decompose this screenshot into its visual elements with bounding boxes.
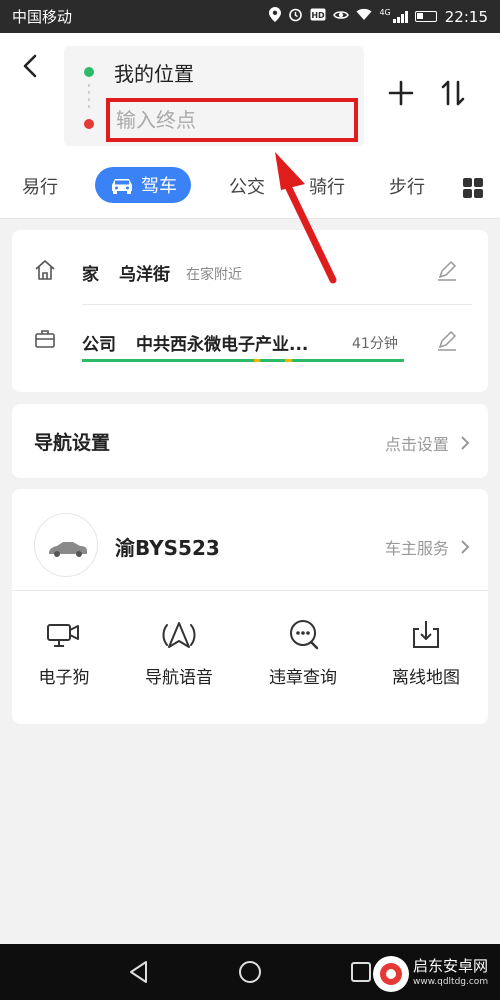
download-map-icon — [413, 621, 439, 648]
location-icon — [269, 7, 282, 26]
nav-settings-card[interactable]: 导航设置 点击设置 — [12, 404, 488, 478]
tool-violation[interactable]: 违章查询 — [248, 615, 358, 688]
divider — [82, 304, 472, 305]
tool-label: 离线地图 — [392, 668, 460, 688]
briefcase-icon — [35, 330, 55, 348]
nav-settings-action[interactable]: 点击设置 — [385, 431, 470, 455]
add-waypoint-button[interactable] — [386, 78, 416, 108]
svg-text:HD: HD — [312, 11, 326, 20]
recent-apps-icon[interactable] — [348, 959, 374, 985]
work-address: 中共西永微电子产业... — [136, 335, 309, 355]
watermark-name: 启东安卓网 — [413, 957, 489, 975]
chevron-right-icon — [461, 436, 470, 450]
wifi-icon — [356, 8, 372, 25]
nav-settings-action-label: 点击设置 — [384, 435, 449, 454]
watermark-url: www.qdltdg.com — [413, 977, 489, 987]
voice-broadcast-icon — [162, 622, 196, 648]
swap-icon — [441, 80, 465, 106]
car-card: 渝BYS523 车主服务 电子狗 导航语音 违章查询 离线地图 — [12, 489, 488, 724]
tool-voice[interactable]: 导航语音 — [124, 615, 234, 688]
status-icons: HD 4G — [269, 7, 437, 26]
more-modes-grid-icon[interactable] — [463, 178, 483, 198]
plus-icon — [388, 80, 414, 106]
destination-input[interactable] — [106, 98, 358, 142]
tool-offline-map[interactable]: 离线地图 — [371, 615, 481, 688]
tab-walk[interactable]: 步行 — [389, 173, 425, 199]
route-connector — [88, 84, 90, 112]
tool-label: 导航语音 — [145, 668, 213, 688]
work-label: 公司 — [82, 335, 116, 355]
tab-drive[interactable]: 驾车 — [95, 167, 191, 203]
home-note: 在家附近 — [186, 267, 242, 283]
home-row[interactable]: 家 乌洋街 在家附近 — [12, 236, 488, 306]
divider — [12, 590, 488, 591]
home-address: 乌洋街 — [119, 265, 170, 285]
home-label: 家 — [82, 265, 99, 285]
network-type-label: 4G — [379, 8, 391, 17]
chevron-left-icon — [23, 54, 37, 78]
watermark-logo-icon — [373, 956, 409, 992]
favorite-places-card: 家 乌洋街 在家附近 公司 中共西永微电子产业... 41分钟 — [12, 230, 488, 392]
tab-bike[interactable]: 骑行 — [309, 173, 345, 199]
start-dot-icon — [84, 67, 94, 77]
car-icon — [112, 179, 132, 194]
tab-bus[interactable]: 公交 — [229, 173, 265, 199]
clock: 22:15 — [444, 7, 488, 26]
tool-label: 电子狗 — [38, 668, 90, 688]
route-input-box: 我的位置 — [64, 46, 364, 146]
watermark: 启东安卓网 www.qdltdg.com — [373, 954, 493, 994]
dashcam-icon — [47, 624, 79, 647]
car-avatar[interactable] — [34, 513, 98, 577]
home-circle-icon[interactable] — [237, 959, 263, 985]
tab-drive-label: 驾车 — [141, 176, 177, 197]
traffic-status-bar — [82, 359, 404, 362]
end-dot-icon — [84, 119, 94, 129]
work-eta: 41分钟 — [352, 336, 398, 352]
home-icon — [35, 260, 55, 280]
eye-icon — [333, 9, 350, 25]
nav-settings-title: 导航设置 — [34, 432, 111, 454]
swap-route-button[interactable] — [438, 78, 468, 108]
owner-service-link[interactable]: 车主服务 — [385, 535, 470, 559]
battery-icon — [414, 11, 437, 22]
violation-query-icon — [290, 620, 319, 650]
transport-mode-tabs: 易行 驾车 公交 骑行 步行 — [0, 157, 500, 219]
chevron-right-icon — [461, 540, 470, 554]
tab-yixing[interactable]: 易行 — [22, 173, 58, 199]
status-bar: 中国移动 HD 4G 22:15 — [0, 0, 500, 33]
signal-icon — [392, 10, 408, 23]
tool-dashcam[interactable]: 电子狗 — [9, 615, 119, 688]
license-plate: 渝BYS523 — [115, 536, 220, 560]
back-triangle-icon[interactable] — [126, 959, 152, 985]
edit-home-pencil-icon[interactable] — [436, 260, 458, 282]
back-button[interactable] — [16, 51, 46, 81]
tool-label: 违章查询 — [269, 668, 337, 688]
edit-work-pencil-icon[interactable] — [436, 330, 458, 352]
carrier-label: 中国移动 — [12, 8, 73, 26]
hd-icon: HD — [310, 8, 326, 25]
work-row[interactable]: 公司 中共西永微电子产业... 41分钟 — [12, 306, 488, 376]
start-location[interactable]: 我的位置 — [114, 58, 194, 87]
owner-service-label: 车主服务 — [384, 539, 449, 558]
sedan-icon — [49, 542, 87, 557]
route-header: 我的位置 — [0, 33, 500, 157]
alarm-icon — [288, 7, 303, 26]
